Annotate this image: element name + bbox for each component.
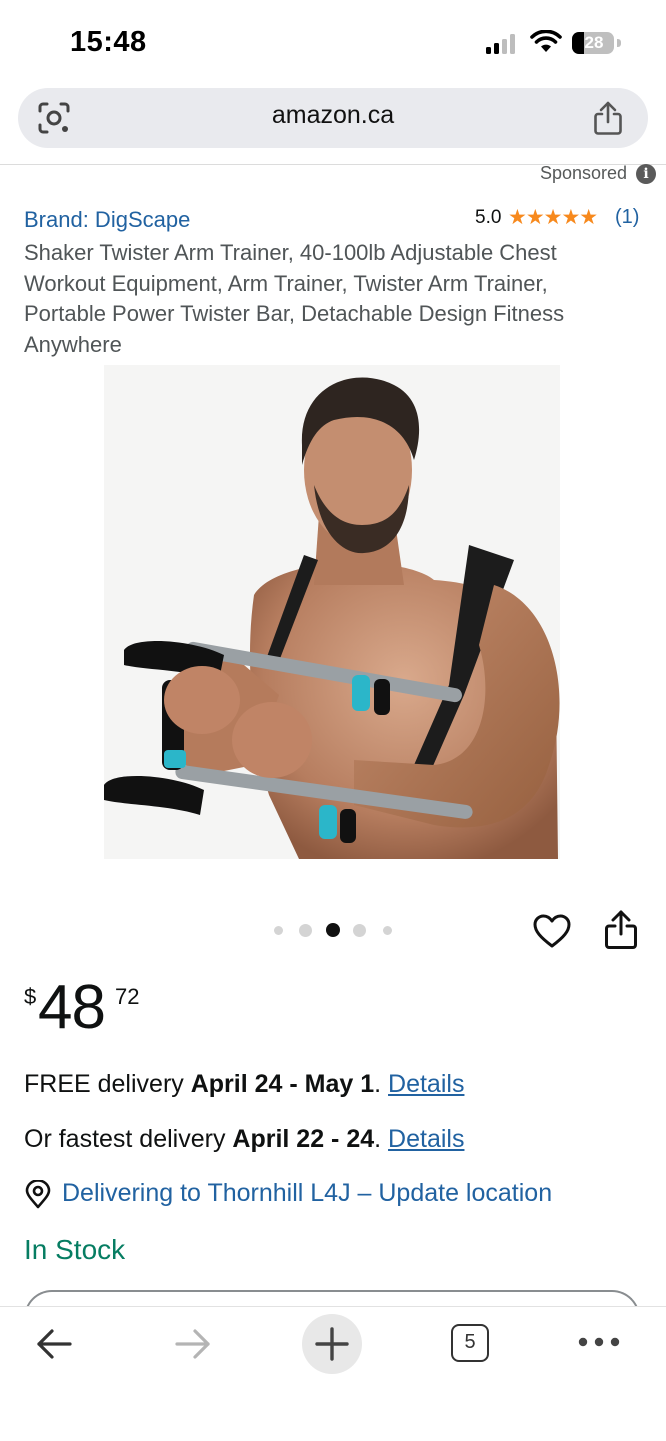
info-icon[interactable]: i: [636, 164, 656, 184]
plus-icon: [315, 1327, 349, 1361]
share-icon[interactable]: [603, 909, 639, 951]
battery-level: 28: [584, 33, 604, 52]
fast-delivery-line: Or fastest delivery April 22 - 24. Detai…: [24, 1125, 464, 1154]
delivery-location-link[interactable]: Delivering to Thornhill L4J – Update loc…: [62, 1179, 552, 1208]
battery-icon: 28: [572, 32, 622, 56]
heart-icon[interactable]: [532, 912, 572, 952]
back-arrow-icon[interactable]: [34, 1326, 74, 1362]
wifi-icon: [530, 30, 562, 52]
fast-delivery-prefix: Or fastest delivery: [24, 1125, 233, 1153]
price-fraction: 72: [115, 984, 140, 1009]
free-delivery-dates: April 24 - May 1: [190, 1070, 375, 1098]
free-delivery-details-link[interactable]: Details: [388, 1070, 464, 1098]
star-rating-icon[interactable]: ★★★★★: [508, 205, 598, 230]
rating-value: 5.0: [475, 207, 502, 228]
new-tab-button[interactable]: [302, 1314, 362, 1374]
forward-arrow-icon[interactable]: [173, 1326, 213, 1362]
price-symbol: $: [24, 984, 37, 1009]
location-pin-icon: [25, 1180, 51, 1209]
pager-dot[interactable]: [274, 926, 283, 935]
pager-dot[interactable]: [299, 924, 312, 937]
pager-dot-active[interactable]: [326, 923, 340, 937]
tabs-button[interactable]: 5: [451, 1324, 489, 1362]
product-image[interactable]: [104, 365, 560, 859]
status-time: 15:48: [70, 26, 147, 58]
free-delivery-sep: .: [374, 1070, 389, 1098]
fast-delivery-dates: April 22 - 24: [232, 1125, 375, 1153]
free-delivery-line: FREE delivery April 24 - May 1. Details: [24, 1070, 464, 1099]
signal-icon: [486, 34, 515, 54]
product-title[interactable]: Shaker Twister Arm Trainer, 40-100lb Adj…: [24, 238, 634, 360]
fast-delivery-details-link[interactable]: Details: [388, 1125, 464, 1153]
brand-link[interactable]: Brand: DigScape: [24, 207, 190, 233]
stock-status: In Stock: [24, 1234, 126, 1265]
url-text[interactable]: amazon.ca: [0, 101, 666, 130]
rating-count-link[interactable]: (1): [615, 206, 639, 229]
price-whole: 48: [38, 973, 106, 1042]
share-icon[interactable]: [592, 100, 624, 136]
free-delivery-prefix: FREE delivery: [24, 1070, 191, 1098]
sponsored-label: Sponsored: [540, 163, 628, 183]
pager-dot[interactable]: [383, 926, 392, 935]
pager-dot[interactable]: [353, 924, 366, 937]
more-icon[interactable]: [578, 1334, 620, 1350]
fast-delivery-sep: .: [374, 1125, 389, 1153]
